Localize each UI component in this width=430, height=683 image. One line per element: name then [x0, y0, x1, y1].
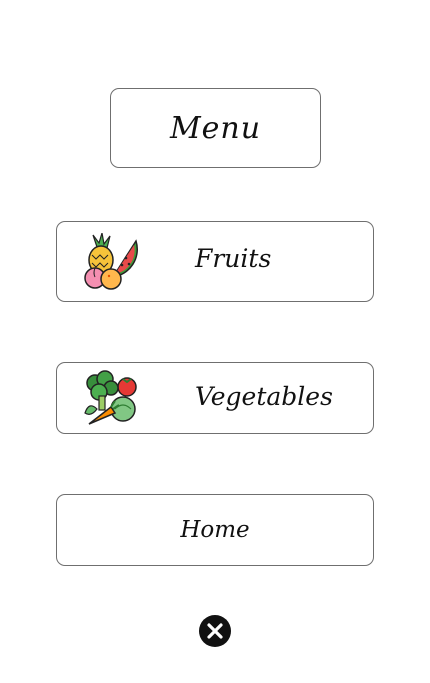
fruits-icon: [84, 233, 138, 290]
vegetables-icon: [84, 370, 137, 425]
home-button[interactable]: Home: [56, 494, 374, 566]
home-label: Home: [180, 517, 250, 543]
page-title: Menu: [169, 110, 262, 146]
close-button[interactable]: [199, 615, 231, 647]
vegetables-label: Vegetables: [195, 382, 333, 411]
menu-title-box: Menu: [110, 88, 321, 168]
vegetables-button[interactable]: Vegetables: [56, 362, 374, 434]
close-icon: [207, 623, 223, 639]
fruits-label: Fruits: [195, 244, 272, 273]
fruits-button[interactable]: Fruits: [56, 221, 374, 302]
